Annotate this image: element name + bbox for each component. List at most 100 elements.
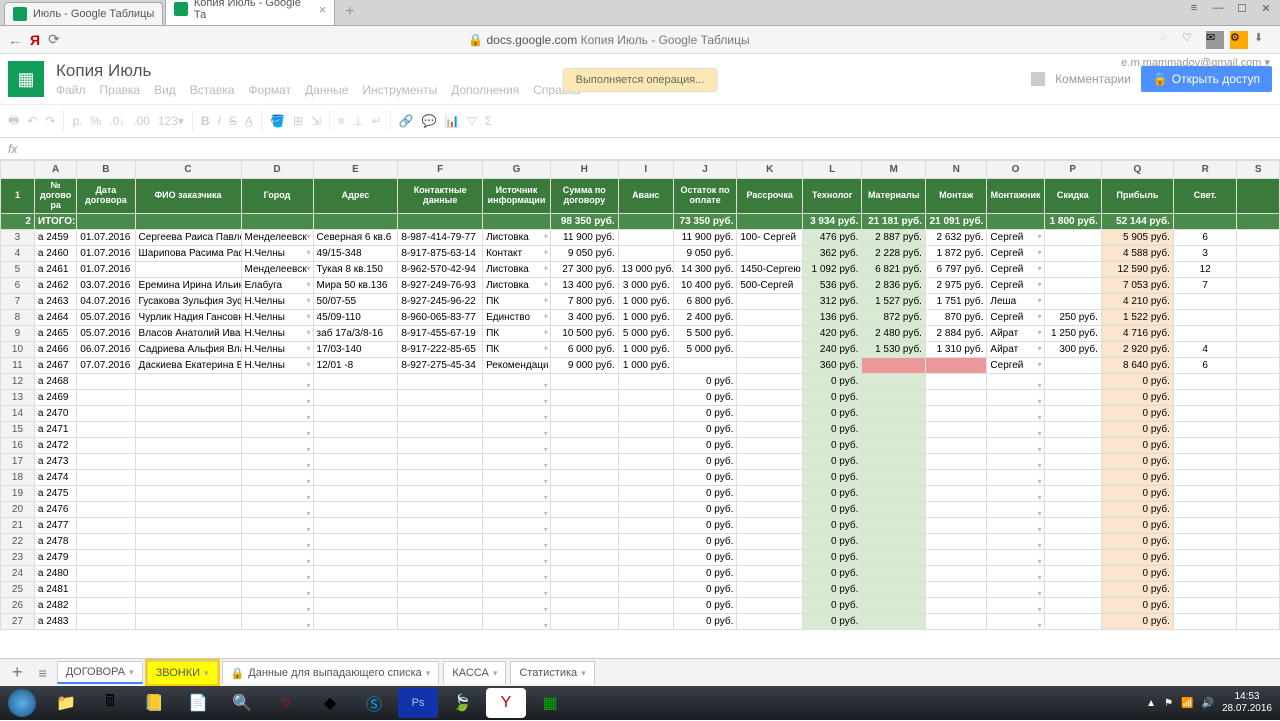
- cell[interactable]: 0 руб.: [1101, 373, 1173, 389]
- cell[interactable]: [135, 517, 241, 533]
- cell[interactable]: [77, 533, 135, 549]
- column-header[interactable]: H: [550, 161, 618, 179]
- cell[interactable]: [550, 533, 618, 549]
- cell[interactable]: 03.07.2016: [77, 277, 135, 293]
- cell[interactable]: [1237, 597, 1280, 613]
- cell[interactable]: [483, 405, 551, 421]
- cell[interactable]: заб 17а/3/8-16: [313, 325, 398, 341]
- opera-icon[interactable]: ○: [266, 688, 306, 718]
- column-header[interactable]: C: [135, 161, 241, 179]
- cell[interactable]: [313, 453, 398, 469]
- cell[interactable]: [241, 581, 313, 597]
- close-window-icon[interactable]: ✕: [1256, 2, 1276, 18]
- totals-cell[interactable]: [398, 213, 483, 229]
- cell[interactable]: а 2463: [34, 293, 76, 309]
- cell[interactable]: [313, 469, 398, 485]
- close-icon[interactable]: ×: [319, 2, 327, 17]
- cell[interactable]: [862, 485, 926, 501]
- row-number[interactable]: 12: [1, 373, 35, 389]
- row-number[interactable]: 5: [1, 261, 35, 277]
- totals-cell[interactable]: [987, 213, 1044, 229]
- merge-icon[interactable]: ⇲: [311, 114, 321, 128]
- chevron-down-icon[interactable]: ▾: [426, 668, 431, 679]
- cell[interactable]: [1173, 485, 1237, 501]
- cell[interactable]: [1173, 597, 1237, 613]
- cell[interactable]: а 2469: [34, 389, 76, 405]
- cell[interactable]: Сергей: [987, 277, 1044, 293]
- cell[interactable]: [77, 501, 135, 517]
- cell[interactable]: 0 руб.: [673, 469, 737, 485]
- column-header[interactable]: Q: [1101, 161, 1173, 179]
- cell[interactable]: 0 руб.: [673, 421, 737, 437]
- cell[interactable]: [1237, 309, 1280, 325]
- volume-icon[interactable]: 🔊: [1201, 698, 1213, 709]
- cell[interactable]: 1 530 руб.: [862, 341, 926, 357]
- cell[interactable]: а 2461: [34, 261, 76, 277]
- cell[interactable]: 0 руб.: [673, 501, 737, 517]
- cell[interactable]: [550, 373, 618, 389]
- cell[interactable]: [925, 613, 986, 629]
- row-number[interactable]: 16: [1, 437, 35, 453]
- column-header[interactable]: O: [987, 161, 1044, 179]
- libre-icon[interactable]: 📄: [178, 688, 218, 718]
- cell[interactable]: [1044, 293, 1101, 309]
- cell[interactable]: 0 руб.: [1101, 613, 1173, 629]
- cell[interactable]: 0 руб.: [673, 533, 737, 549]
- cell[interactable]: [987, 517, 1044, 533]
- cell[interactable]: [398, 565, 483, 581]
- cell[interactable]: [925, 597, 986, 613]
- comment-icon[interactable]: 💬: [422, 114, 437, 128]
- cell[interactable]: Елабуга: [241, 277, 313, 293]
- cell[interactable]: [313, 405, 398, 421]
- cell[interactable]: [483, 453, 551, 469]
- cell[interactable]: 27 300 руб.: [550, 261, 618, 277]
- cell[interactable]: [1044, 565, 1101, 581]
- cell[interactable]: [987, 437, 1044, 453]
- cell[interactable]: 9 000 руб.: [550, 357, 618, 373]
- cell[interactable]: [618, 421, 673, 437]
- cell[interactable]: [737, 533, 803, 549]
- cell[interactable]: [398, 421, 483, 437]
- cell[interactable]: [987, 597, 1044, 613]
- cell[interactable]: [135, 469, 241, 485]
- cell[interactable]: [1173, 453, 1237, 469]
- cell[interactable]: 04.07.2016: [77, 293, 135, 309]
- cell[interactable]: 0 руб.: [803, 501, 862, 517]
- cell[interactable]: Н.Челны: [241, 245, 313, 261]
- filter-icon[interactable]: ▽: [467, 114, 476, 128]
- cell[interactable]: [313, 549, 398, 565]
- cell[interactable]: [1237, 277, 1280, 293]
- text-color-button[interactable]: A̲: [245, 114, 253, 128]
- cell[interactable]: [1173, 501, 1237, 517]
- cell[interactable]: 0 руб.: [803, 421, 862, 437]
- cell[interactable]: [550, 613, 618, 629]
- cell[interactable]: [398, 389, 483, 405]
- cell[interactable]: Сергей: [987, 229, 1044, 245]
- cell[interactable]: [862, 453, 926, 469]
- document-title[interactable]: Копия Июль: [56, 61, 1031, 81]
- sheet-tab[interactable]: КАССА▾: [443, 661, 506, 684]
- cell[interactable]: 8-927-275-45-34: [398, 357, 483, 373]
- cell[interactable]: [1044, 469, 1101, 485]
- cell[interactable]: [987, 533, 1044, 549]
- cell[interactable]: [1237, 485, 1280, 501]
- cell[interactable]: [737, 293, 803, 309]
- magnifier-icon[interactable]: 🔍: [222, 688, 262, 718]
- cell[interactable]: [987, 373, 1044, 389]
- cell[interactable]: [398, 533, 483, 549]
- row-number[interactable]: 15: [1, 421, 35, 437]
- cell[interactable]: 420 руб.: [803, 325, 862, 341]
- cell[interactable]: 536 руб.: [803, 277, 862, 293]
- cell[interactable]: [1237, 533, 1280, 549]
- cell[interactable]: 0 руб.: [673, 597, 737, 613]
- cell[interactable]: [77, 421, 135, 437]
- cell[interactable]: 2 884 руб.: [925, 325, 986, 341]
- cell[interactable]: [925, 533, 986, 549]
- cell[interactable]: [618, 501, 673, 517]
- cell[interactable]: а 2479: [34, 549, 76, 565]
- cell[interactable]: [1044, 389, 1101, 405]
- row-number[interactable]: 2: [1, 213, 35, 229]
- cell[interactable]: 6 000 руб.: [550, 341, 618, 357]
- cell[interactable]: [987, 405, 1044, 421]
- cell[interactable]: 0 руб.: [803, 517, 862, 533]
